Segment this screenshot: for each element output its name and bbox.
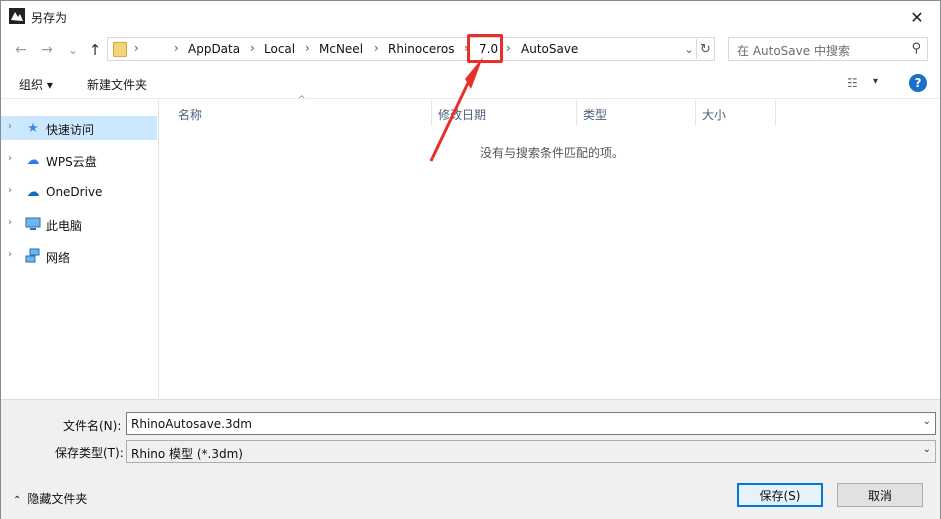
network-icon xyxy=(25,248,41,264)
save-form-area: 文件名(N): RhinoAutosave.3dm ⌄ 保存类型(T): Rhi… xyxy=(1,399,940,519)
sidebar-item-this-pc[interactable]: › 此电脑 xyxy=(1,212,157,236)
filename-label: 文件名(N): xyxy=(63,419,122,433)
breadcrumb-separator[interactable]: › xyxy=(174,41,179,55)
help-icon[interactable]: ? xyxy=(909,74,927,92)
rhino-app-icon xyxy=(9,8,25,24)
filename-field[interactable]: RhinoAutosave.3dm ⌄ xyxy=(126,412,936,435)
chevron-down-icon[interactable]: ⌄ xyxy=(923,444,931,455)
cloud-icon: ☁ xyxy=(26,152,40,168)
onedrive-icon: ☁ xyxy=(26,184,40,200)
file-list[interactable]: ^ 名称 修改日期 类型 大小 没有与搜索条件匹配的项。 xyxy=(160,95,940,398)
chevron-up-icon: ⌃ xyxy=(13,495,22,506)
breadcrumb-local[interactable]: Local xyxy=(264,42,295,56)
column-label: 大小 xyxy=(702,108,727,122)
sort-ascending-icon: ^ xyxy=(298,95,306,105)
sidebar-item-label: 此电脑 xyxy=(46,219,83,233)
title-bar: 另存为 ✕ xyxy=(1,1,940,33)
column-header-type[interactable]: 类型 xyxy=(577,100,696,126)
sidebar-item-onedrive[interactable]: › ☁ OneDrive xyxy=(1,180,157,204)
chevron-right-icon[interactable]: › xyxy=(8,153,12,164)
refresh-icon[interactable]: ↻ xyxy=(696,39,714,59)
sidebar-item-label: 网络 xyxy=(46,251,71,265)
organize-button[interactable]: 组织 ▾ xyxy=(19,76,53,93)
breadcrumb-separator[interactable]: › xyxy=(250,41,255,55)
highlight-annotation-box xyxy=(467,34,503,63)
recent-locations-icon[interactable]: ⌄ xyxy=(63,40,83,60)
chevron-right-icon[interactable]: › xyxy=(8,121,12,132)
search-input[interactable]: 在 AutoSave 中搜索 ⚲ xyxy=(728,37,928,61)
cancel-button[interactable]: 取消 xyxy=(837,483,923,507)
sidebar-item-label: OneDrive xyxy=(46,185,103,199)
column-label: 类型 xyxy=(583,108,608,122)
save-as-dialog: 另存为 ✕ ← → ⌄ ↑ › › AppData › Local › McNe… xyxy=(0,0,941,519)
close-button[interactable]: ✕ xyxy=(894,1,940,33)
filetype-value: Rhino 模型 (*.3dm) xyxy=(131,447,243,461)
chevron-right-icon[interactable]: › xyxy=(8,249,12,260)
filetype-select[interactable]: Rhino 模型 (*.3dm) ⌄ xyxy=(126,440,936,463)
chevron-down-icon[interactable]: ⌄ xyxy=(923,416,931,427)
breadcrumb-autosave[interactable]: AutoSave xyxy=(521,42,578,56)
breadcrumb-separator[interactable]: › xyxy=(374,41,379,55)
address-bar[interactable]: › › AppData › Local › McNeel › Rhinocero… xyxy=(107,37,715,61)
column-label: 修改日期 xyxy=(438,108,487,122)
command-toolbar: 组织 ▾ 新建文件夹 ☷ ▾ ? xyxy=(1,67,940,99)
chevron-right-icon[interactable]: › xyxy=(8,185,12,196)
column-header-name[interactable]: ^ 名称 xyxy=(160,95,432,126)
sidebar-item-wps-cloud[interactable]: › ☁ WPS云盘 xyxy=(1,148,157,172)
breadcrumb-separator[interactable]: › xyxy=(134,41,139,55)
save-button[interactable]: 保存(S) xyxy=(737,483,823,507)
breadcrumb-appdata[interactable]: AppData xyxy=(188,42,240,56)
back-arrow-icon[interactable]: ← xyxy=(11,40,31,60)
chevron-right-icon[interactable]: › xyxy=(8,217,12,228)
up-arrow-icon[interactable]: ↑ xyxy=(85,40,105,60)
column-header-modified[interactable]: 修改日期 xyxy=(432,100,577,126)
sidebar-item-quick-access[interactable]: › ★ 快速访问 xyxy=(1,116,157,140)
hide-folders-toggle[interactable]: ⌃ 隐藏文件夹 xyxy=(13,490,87,507)
sidebar-item-label: WPS云盘 xyxy=(46,155,97,169)
column-label: 名称 xyxy=(178,108,203,122)
view-options-icon[interactable]: ☷ xyxy=(847,76,858,90)
sidebar-item-label: 快速访问 xyxy=(46,123,95,137)
window-title: 另存为 xyxy=(31,11,68,25)
sidebar-item-network[interactable]: › 网络 xyxy=(1,244,157,268)
breadcrumb-separator[interactable]: › xyxy=(506,41,511,55)
new-folder-button[interactable]: 新建文件夹 xyxy=(87,76,147,93)
filetype-label: 保存类型(T): xyxy=(55,446,124,460)
column-header-size[interactable]: 大小 xyxy=(696,100,776,126)
computer-icon xyxy=(25,216,41,232)
breadcrumb-mcneel[interactable]: McNeel xyxy=(319,42,363,56)
view-dropdown-icon[interactable]: ▾ xyxy=(873,76,878,87)
navigation-pane: › ★ 快速访问 › ☁ WPS云盘 › ☁ OneDrive › 此电脑 › … xyxy=(1,100,159,398)
search-placeholder: 在 AutoSave 中搜索 xyxy=(737,44,850,58)
empty-folder-message: 没有与搜索条件匹配的项。 xyxy=(480,146,625,160)
forward-arrow-icon[interactable]: → xyxy=(37,40,57,60)
breadcrumb-separator[interactable]: › xyxy=(305,41,310,55)
hide-folders-label: 隐藏文件夹 xyxy=(27,492,88,506)
filename-value: RhinoAutosave.3dm xyxy=(131,417,252,431)
breadcrumb-rhinoceros[interactable]: Rhinoceros xyxy=(388,42,454,56)
star-icon: ★ xyxy=(27,120,39,136)
folder-icon xyxy=(113,42,127,57)
search-icon[interactable]: ⚲ xyxy=(911,41,921,56)
